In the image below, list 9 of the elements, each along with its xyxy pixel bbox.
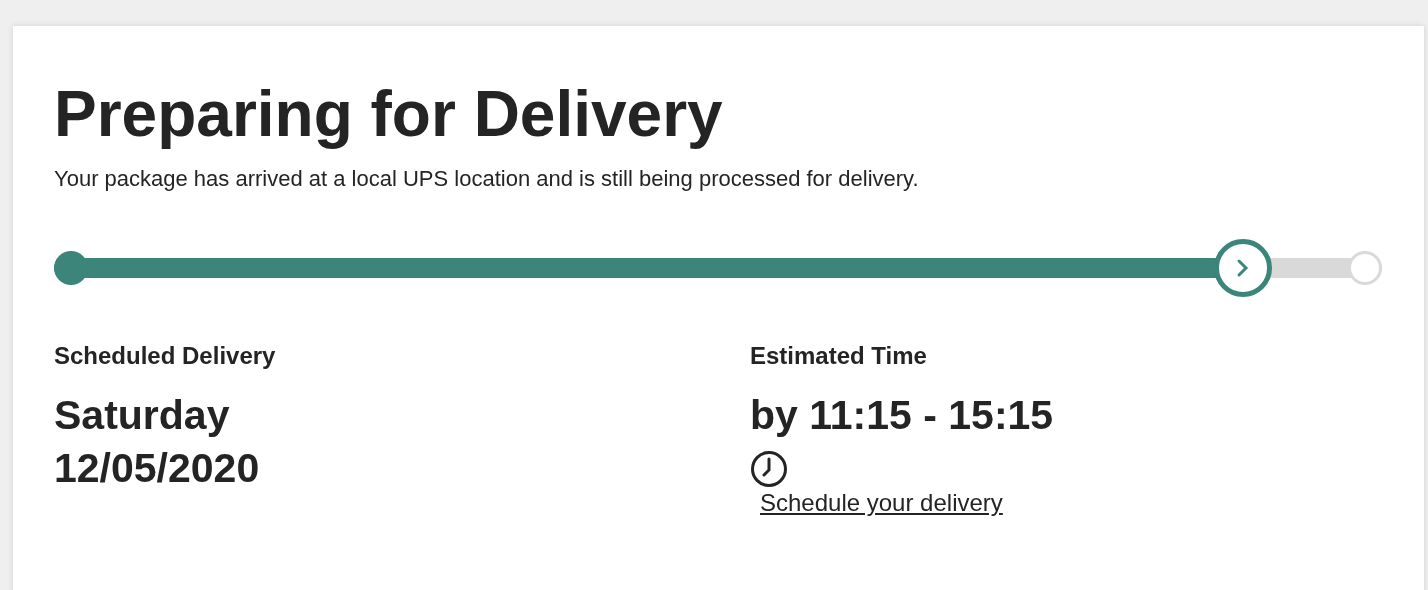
- status-title: Preparing for Delivery: [54, 77, 723, 152]
- detail-label: Estimated Time: [750, 341, 927, 371]
- current-step-chevron-icon: [1213, 239, 1272, 297]
- detail-value: Saturday 12/05/2020: [54, 391, 260, 493]
- detail-label: Scheduled Delivery: [54, 341, 276, 371]
- status-description: Your package has arrived at a local UPS location and is still being processed for delivery.: [54, 165, 919, 193]
- schedule-delivery-link[interactable]: Schedule your delivery: [760, 488, 1003, 518]
- detail-value: by 11:15 - 15:15: [750, 391, 1054, 440]
- clock-icon: [750, 450, 788, 488]
